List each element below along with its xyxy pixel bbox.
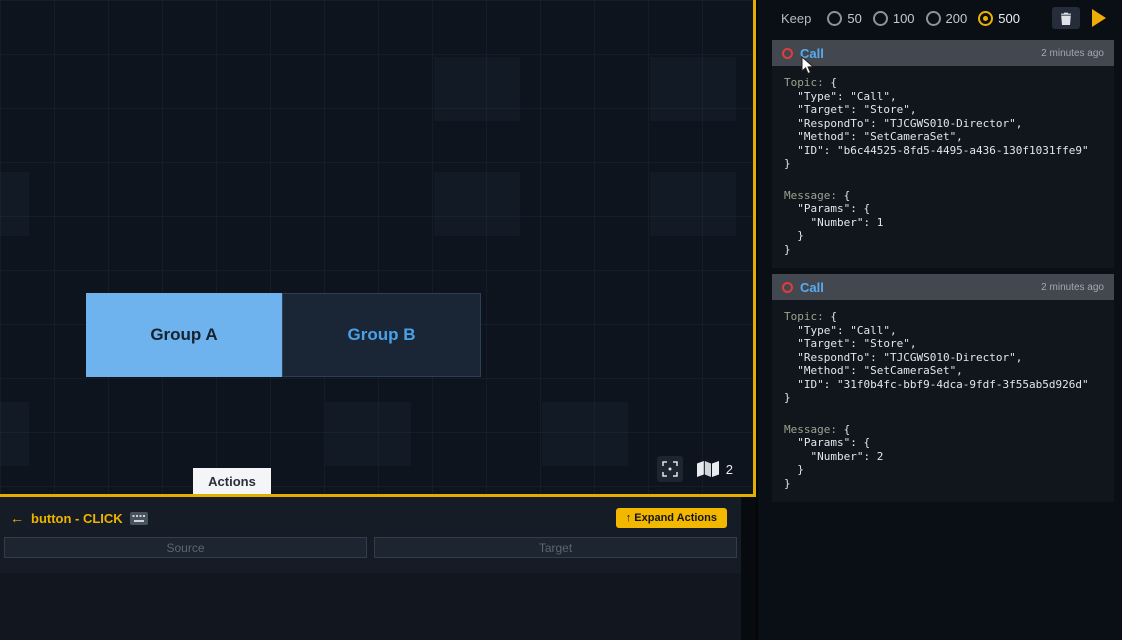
map-icon xyxy=(697,461,719,477)
call-status-icon xyxy=(782,48,793,59)
message-card: Call 2 minutes ago Topic: { "Type": "Cal… xyxy=(772,40,1114,268)
keep-option-500[interactable]: 500 xyxy=(978,11,1020,26)
radio-icon xyxy=(873,11,888,26)
keep-option-label: 100 xyxy=(893,11,915,26)
message-title[interactable]: Call xyxy=(800,46,824,61)
grid-block xyxy=(542,402,628,466)
topic-body: { "Type": "Call", "Target": "Store", "Re… xyxy=(784,76,1089,170)
message-title[interactable]: Call xyxy=(800,280,824,295)
keyboard-icon xyxy=(130,512,148,525)
grid-block xyxy=(434,172,520,236)
keep-option-label: 50 xyxy=(847,11,861,26)
actions-panel: ← button - CLICK ↑ Expand Actions xyxy=(0,497,741,640)
grid-block xyxy=(650,172,736,236)
play-button[interactable] xyxy=(1092,9,1106,27)
topic-label: Topic: xyxy=(784,76,824,89)
message-json: Message: { "Params": { "Number": 2 } } xyxy=(784,423,1102,491)
message-timestamp: 2 minutes ago xyxy=(1041,282,1104,293)
source-target-row xyxy=(0,528,741,558)
radio-icon xyxy=(926,11,941,26)
keep-option-50[interactable]: 50 xyxy=(827,11,861,26)
message-list: Call 2 minutes ago Topic: { "Type": "Cal… xyxy=(758,36,1122,508)
expand-actions-button[interactable]: ↑ Expand Actions xyxy=(616,508,727,528)
topic-json: Topic: { "Type": "Call", "Target": "Stor… xyxy=(784,76,1102,171)
grid-block xyxy=(650,57,736,121)
actions-panel-header: ← button - CLICK ↑ Expand Actions xyxy=(0,497,741,528)
message-label: Message: xyxy=(784,189,837,202)
message-card-header[interactable]: Call 2 minutes ago xyxy=(772,40,1114,66)
group-a-button[interactable]: Group A xyxy=(86,293,282,377)
keep-option-100[interactable]: 100 xyxy=(873,11,915,26)
message-card: Call 2 minutes ago Topic: { "Type": "Cal… xyxy=(772,274,1114,502)
message-card-body: Topic: { "Type": "Call", "Target": "Stor… xyxy=(772,66,1114,268)
keep-option-200[interactable]: 200 xyxy=(926,11,968,26)
actions-tab[interactable]: Actions xyxy=(193,468,271,494)
message-log-panel: Keep 50 100 200 500 xyxy=(756,0,1122,640)
message-timestamp: 2 minutes ago xyxy=(1041,48,1104,59)
message-label: Message: xyxy=(784,423,837,436)
grid-block xyxy=(0,402,29,466)
grid-block xyxy=(325,402,411,466)
topic-label: Topic: xyxy=(784,310,824,323)
left-column: Group A Group B Actions xyxy=(0,0,756,640)
map-count: 2 xyxy=(726,462,733,477)
target-input[interactable] xyxy=(374,537,737,558)
log-toolbar: Keep 50 100 200 500 xyxy=(758,0,1122,36)
group-b-button[interactable]: Group B xyxy=(282,293,481,377)
app-root: Group A Group B Actions xyxy=(0,0,1122,640)
canvas-toolbar: 2 xyxy=(657,456,733,482)
grid-block xyxy=(434,57,520,121)
trash-icon xyxy=(1060,12,1072,25)
actions-panel-body xyxy=(0,573,741,640)
stage-canvas[interactable]: Group A Group B Actions xyxy=(0,0,756,497)
keep-option-label: 200 xyxy=(946,11,968,26)
topic-body: { "Type": "Call", "Target": "Store", "Re… xyxy=(784,310,1089,404)
message-json: Message: { "Params": { "Number": 1 } } xyxy=(784,189,1102,257)
grid-block xyxy=(0,172,29,236)
call-status-icon xyxy=(782,282,793,293)
message-card-body: Topic: { "Type": "Call", "Target": "Stor… xyxy=(772,300,1114,502)
radio-icon xyxy=(827,11,842,26)
source-input[interactable] xyxy=(4,537,367,558)
clear-log-button[interactable] xyxy=(1052,7,1080,29)
map-toggle[interactable]: 2 xyxy=(697,461,733,477)
keep-option-label: 500 xyxy=(998,11,1020,26)
topic-json: Topic: { "Type": "Call", "Target": "Stor… xyxy=(784,310,1102,405)
center-view-icon xyxy=(662,461,678,477)
message-card-header[interactable]: Call 2 minutes ago xyxy=(772,274,1114,300)
back-arrow-icon[interactable]: ← xyxy=(10,510,24,526)
action-title: button - CLICK xyxy=(31,511,123,526)
center-view-button[interactable] xyxy=(657,456,683,482)
keep-label: Keep xyxy=(781,11,811,26)
radio-icon xyxy=(978,11,993,26)
